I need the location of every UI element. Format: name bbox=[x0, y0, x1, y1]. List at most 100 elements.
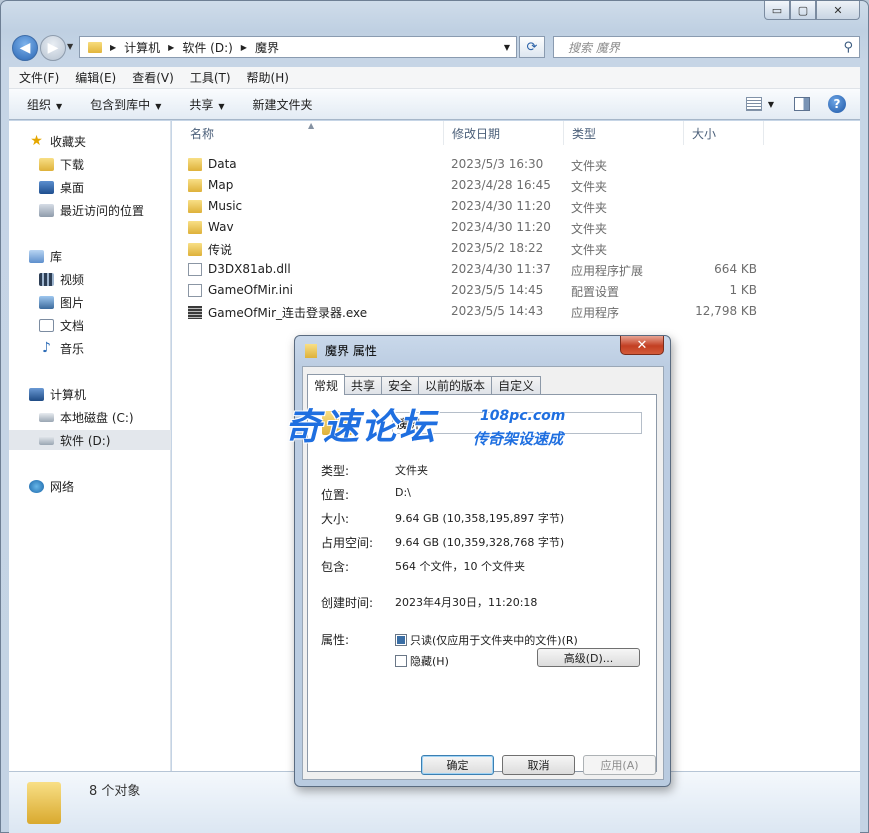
preview-pane-icon[interactable] bbox=[794, 97, 810, 111]
tab-general[interactable]: 常规 bbox=[307, 374, 346, 395]
breadcrumb-drive-d[interactable]: 软件 (D:) bbox=[182, 39, 232, 56]
close-button[interactable]: ✕ bbox=[816, 1, 860, 20]
share-button[interactable]: 共享 ▼ bbox=[189, 96, 224, 113]
dialog-title: 魔界 属性 bbox=[325, 344, 377, 358]
search-icon[interactable]: ⚲ bbox=[843, 40, 853, 55]
chevron-down-icon: ▼ bbox=[218, 101, 225, 111]
file-row[interactable]: Data 2023/5/3 16:30 文件夹 bbox=[172, 154, 792, 175]
dialog-title-bar[interactable]: 魔界 属性 bbox=[305, 342, 377, 359]
sidebar-item-drive-c[interactable]: 本地磁盘 (C:) bbox=[39, 407, 169, 427]
hidden-label: 隐藏(H) bbox=[410, 655, 449, 668]
folder-icon bbox=[188, 178, 202, 192]
readonly-checkbox[interactable]: 只读(仅应用于文件夹中的文件)(R) bbox=[395, 632, 578, 648]
sidebar-item-drive-d[interactable]: 软件 (D:) bbox=[9, 430, 171, 450]
refresh-button[interactable]: ⟳ bbox=[519, 36, 545, 58]
menu-edit[interactable]: 编辑(E) bbox=[75, 69, 116, 86]
help-icon[interactable]: ? bbox=[828, 95, 846, 113]
menu-file[interactable]: 文件(F) bbox=[19, 69, 59, 86]
folder-icon bbox=[305, 343, 317, 358]
sidebar-item-favorites[interactable]: ★ 收藏夹 bbox=[29, 131, 169, 151]
minimize-button[interactable]: ▭ bbox=[764, 1, 790, 20]
menu-help[interactable]: 帮助(H) bbox=[247, 69, 289, 86]
breadcrumb-separator-icon[interactable]: ▶ bbox=[168, 43, 174, 52]
folder-large-icon bbox=[322, 411, 352, 435]
recent-pages-dropdown-icon[interactable]: ▼ bbox=[67, 42, 73, 51]
sidebar-item-label: 图片 bbox=[60, 295, 85, 310]
type-label: 类型: bbox=[321, 464, 350, 478]
file-row[interactable]: GameOfMir.ini 2023/5/5 14:45 配置设置 1 KB bbox=[172, 280, 792, 301]
advanced-button[interactable]: 高级(D)... bbox=[537, 648, 640, 667]
menu-tools[interactable]: 工具(T) bbox=[190, 69, 231, 86]
sidebar-item-network[interactable]: 网络 bbox=[29, 476, 169, 496]
breadcrumb-computer[interactable]: 计算机 bbox=[124, 39, 160, 56]
column-header-name[interactable]: 名称 bbox=[182, 121, 444, 145]
sidebar-item-videos[interactable]: 视频 bbox=[39, 269, 169, 289]
item-count: 8 个对象 bbox=[89, 784, 141, 799]
organize-button[interactable]: 组织 ▼ bbox=[27, 96, 62, 113]
sidebar-item-libraries[interactable]: 库 bbox=[29, 246, 169, 266]
breadcrumb-separator-icon[interactable]: ▶ bbox=[110, 43, 116, 52]
sidebar-item-label: 最近访问的位置 bbox=[60, 203, 145, 218]
address-dropdown-icon[interactable]: ▼ bbox=[504, 43, 510, 52]
change-view-icon[interactable] bbox=[745, 97, 762, 111]
chevron-down-icon: ▼ bbox=[56, 101, 63, 111]
maximize-button[interactable]: ▢ bbox=[790, 1, 816, 20]
location-label: 位置: bbox=[321, 488, 350, 502]
tab-security[interactable]: 安全 bbox=[381, 376, 420, 394]
file-date: 2023/5/3 16:30 bbox=[451, 157, 544, 171]
file-row[interactable]: 传说 2023/5/2 18:22 文件夹 bbox=[172, 238, 792, 259]
folder-icon bbox=[88, 41, 102, 53]
file-size: 12,798 KB bbox=[695, 304, 757, 318]
new-folder-button[interactable]: 新建文件夹 bbox=[253, 96, 313, 113]
file-name: Wav bbox=[208, 220, 234, 234]
dialog-close-button[interactable]: ✕ bbox=[620, 336, 664, 355]
divider bbox=[318, 617, 648, 618]
column-header-size[interactable]: 大小 bbox=[684, 121, 764, 145]
sidebar-item-desktop[interactable]: 桌面 bbox=[39, 177, 169, 197]
hidden-checkbox[interactable]: 隐藏(H) bbox=[395, 653, 449, 669]
menu-view[interactable]: 查看(V) bbox=[132, 69, 174, 86]
apply-button[interactable]: 应用(A) bbox=[583, 755, 656, 775]
checkbox-indeterminate-icon[interactable] bbox=[395, 634, 407, 646]
file-row[interactable]: Music 2023/4/30 11:20 文件夹 bbox=[172, 196, 792, 217]
back-button[interactable]: ◀ bbox=[12, 35, 38, 61]
sidebar-item-computer[interactable]: 计算机 bbox=[29, 384, 169, 404]
file-row[interactable]: D3DX81ab.dll 2023/4/30 11:37 应用程序扩展 664 … bbox=[172, 259, 792, 280]
column-header-type[interactable]: 类型 bbox=[564, 121, 684, 145]
sidebar-item-label: 音乐 bbox=[60, 341, 85, 356]
checkbox-icon[interactable] bbox=[395, 655, 407, 667]
sidebar-item-pictures[interactable]: 图片 bbox=[39, 292, 169, 312]
tab-previous-versions[interactable]: 以前的版本 bbox=[418, 376, 493, 394]
address-bar[interactable]: ▶ 计算机 ▶ 软件 (D:) ▶ 魔界 ▼ bbox=[79, 36, 517, 58]
file-date: 2023/4/30 11:37 bbox=[451, 262, 551, 276]
dialog-tabs: 常规 共享 安全 以前的版本 自定义 bbox=[307, 374, 542, 395]
file-row[interactable]: Map 2023/4/28 16:45 文件夹 bbox=[172, 175, 792, 196]
include-in-library-button[interactable]: 包含到库中 ▼ bbox=[90, 96, 161, 113]
file-name: D3DX81ab.dll bbox=[208, 262, 291, 276]
sidebar-item-downloads[interactable]: 下载 bbox=[39, 154, 169, 174]
file-date: 2023/4/30 11:20 bbox=[451, 199, 551, 213]
cancel-button[interactable]: 取消 bbox=[502, 755, 575, 775]
ok-button[interactable]: 确定 bbox=[421, 755, 494, 775]
sidebar-item-recent-places[interactable]: 最近访问的位置 bbox=[39, 200, 169, 220]
forward-button[interactable]: ▶ bbox=[40, 35, 66, 61]
sidebar-item-label: 库 bbox=[50, 249, 63, 264]
sidebar-item-documents[interactable]: 文档 bbox=[39, 315, 169, 335]
hard-disk-icon bbox=[39, 435, 54, 445]
breadcrumb-current-folder[interactable]: 魔界 bbox=[255, 39, 279, 56]
tab-sharing[interactable]: 共享 bbox=[344, 376, 383, 394]
search-input[interactable]: 搜索 魔界 ⚲ bbox=[553, 36, 860, 58]
view-options-dropdown-icon[interactable]: ▼ bbox=[768, 100, 774, 109]
file-row[interactable]: Wav 2023/4/30 11:20 文件夹 bbox=[172, 217, 792, 238]
folder-name-input[interactable] bbox=[392, 412, 642, 434]
tab-customize[interactable]: 自定义 bbox=[491, 376, 542, 394]
file-row[interactable]: GameOfMir_连击登录器.exe 2023/5/5 14:43 应用程序 … bbox=[172, 301, 792, 322]
sidebar-item-music[interactable]: ♪ 音乐 bbox=[39, 338, 169, 358]
column-header-date[interactable]: 修改日期 bbox=[444, 121, 564, 145]
sidebar-item-label: 计算机 bbox=[50, 387, 87, 402]
contains-value: 564 个文件，10 个文件夹 bbox=[395, 560, 525, 573]
breadcrumb-separator-icon[interactable]: ▶ bbox=[241, 43, 247, 52]
computer-icon bbox=[29, 387, 44, 401]
general-panel: 类型: 文件夹 位置: D:\ 大小: 9.64 GB (10,358,195,… bbox=[307, 394, 657, 772]
file-size: 1 KB bbox=[729, 283, 757, 297]
